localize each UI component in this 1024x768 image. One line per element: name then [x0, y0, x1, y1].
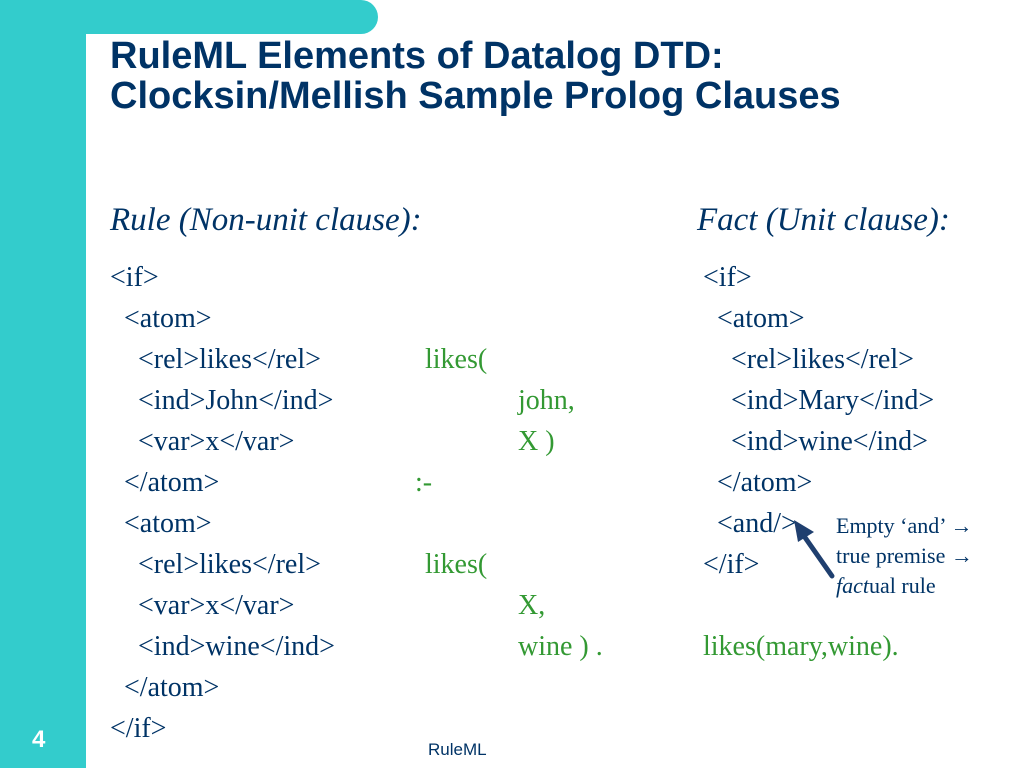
rule-xml-line: <var>x</var>	[110, 426, 295, 457]
fact-xml-line: <and/>	[703, 508, 797, 539]
title-line-1: RuleML Elements of Datalog DTD:	[110, 35, 724, 77]
prolog-arg: john,	[518, 385, 575, 416]
rule-xml-line: <ind>John</ind>	[110, 385, 334, 416]
top-accent-bar	[0, 0, 378, 34]
sidebar-accent-bar	[0, 0, 86, 768]
title-line-2: Clocksin/Mellish Sample Prolog Clauses	[110, 75, 841, 117]
fact-xml-line: <ind>Mary</ind>	[703, 385, 935, 416]
rule-xml-line: </atom>	[110, 467, 220, 498]
fact-xml-line: </if>	[703, 549, 760, 580]
fact-xml-line: <atom>	[703, 303, 805, 334]
annotation-line-2: true premise →	[836, 543, 973, 568]
rule-heading: Rule (Non-unit clause):	[110, 202, 422, 238]
rule-xml-line: <if>	[110, 262, 159, 293]
rule-xml-line: </atom>	[110, 672, 220, 703]
rule-xml-line: <rel>likes</rel>	[110, 344, 321, 375]
fact-heading: Fact (Unit clause):	[697, 202, 950, 238]
fact-xml-line: <ind>wine</ind>	[703, 426, 928, 457]
slide-title: RuleML Elements of Datalog DTD: Clocksin…	[110, 36, 1010, 116]
rule-xml-line: <atom>	[110, 508, 212, 539]
rule-xml-line: <var>x</var>	[110, 590, 295, 621]
rule-xml-line: <atom>	[110, 303, 212, 334]
prolog-arg: X,	[518, 590, 546, 621]
annotation-line-3: factual rule	[836, 571, 936, 601]
prolog-head-functor: likes(	[425, 344, 488, 375]
rule-xml-line: <ind>wine</ind>	[110, 631, 335, 662]
annotation-suffix: ual rule	[869, 573, 936, 598]
rule-xml-line: <rel>likes</rel>	[110, 549, 321, 580]
prolog-arg: wine ) .	[518, 631, 603, 662]
rule-xml-line: </if>	[110, 713, 167, 744]
annotation-arrow-icon	[794, 520, 835, 579]
prolog-arg: X )	[518, 426, 555, 457]
prolog-body-functor: likes(	[425, 549, 488, 580]
prolog-neck: :-	[415, 467, 433, 498]
fact-xml-line: <if>	[703, 262, 752, 293]
fact-xml-line: </atom>	[703, 467, 813, 498]
prolog-fact: likes(mary,wine).	[703, 631, 899, 662]
fact-xml-line: <rel>likes</rel>	[703, 344, 914, 375]
slide-number: 4	[32, 726, 46, 753]
footer-label: RuleML	[428, 740, 487, 759]
annotation-line-1: Empty ‘and’ →	[836, 513, 973, 538]
annotation-emphasis: fact	[836, 573, 869, 598]
